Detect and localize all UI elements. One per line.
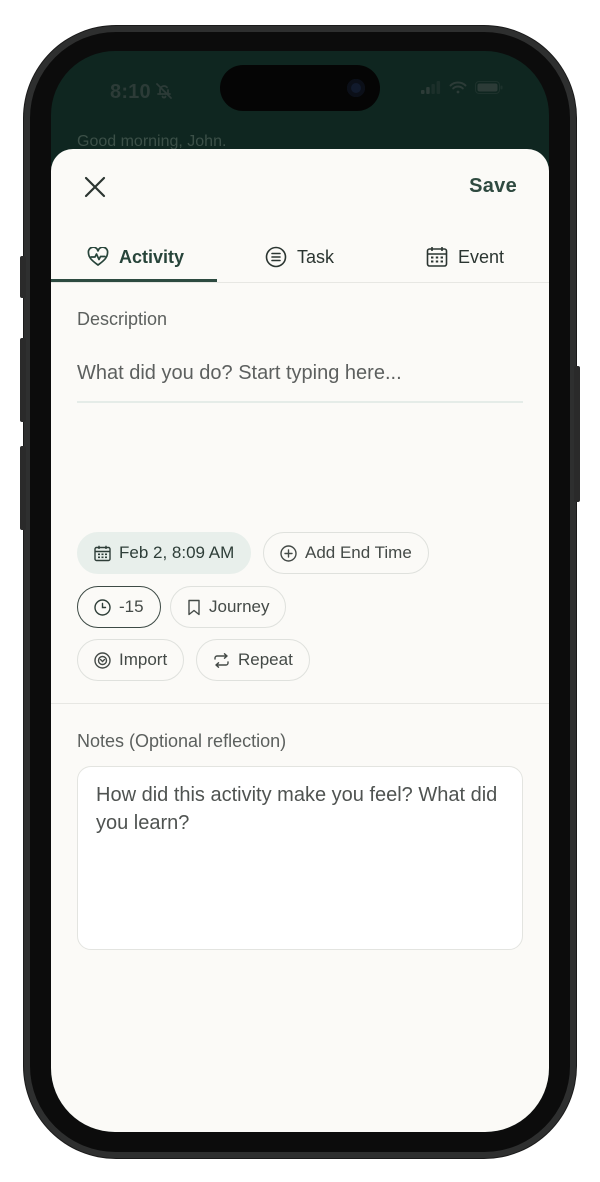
add-end-time-label: Add End Time [305,543,412,562]
close-button[interactable] [81,173,109,201]
tab-activity-label: Activity [119,246,185,267]
signal-icon [421,81,441,99]
import-icon [94,651,111,669]
battery-icon [475,81,503,99]
repeat-icon [214,652,229,668]
repeat-chip[interactable]: Repeat [196,639,310,681]
volume-up-button [20,338,26,422]
save-button[interactable]: Save [469,175,517,198]
bell-slash-icon [155,82,173,100]
description-label: Description [77,309,168,329]
tab-event-label: Event [458,246,505,267]
camera-icon [347,79,365,97]
notes-textarea[interactable] [77,766,523,950]
new-entry-sheet: Save Activity Task Event Description Wha… [51,149,549,1132]
wifi-icon [449,81,467,99]
status-bar: 8:10 Good morning, John. [51,51,549,150]
import-chip[interactable]: Import [77,639,185,681]
screen: 8:10 Good morning, John. Save Activity T… [51,51,549,1132]
heart-pulse-icon [87,247,109,266]
add-end-time-chip[interactable]: Add End Time [263,532,429,574]
tab-task-label: Task [297,246,335,267]
active-tab-indicator [51,279,217,282]
repeat-chip-label: Repeat [238,650,293,669]
section-divider [51,703,549,704]
list-icon [265,246,287,268]
offset-chip-label: -15 [119,597,144,616]
power-button [574,366,580,502]
date-chip[interactable]: Feb 2, 8:09 AM [77,532,252,574]
tab-activity[interactable]: Activity [87,231,184,283]
clock-icon [94,598,111,616]
bookmark-icon [188,599,200,615]
offset-chip[interactable]: -15 [77,586,161,628]
notes-label: Notes (Optional reflection) [77,731,287,751]
calendar-icon [94,545,111,561]
tab-task[interactable]: Task [265,231,334,283]
volume-down-button [20,446,26,530]
status-time: 8:10 [110,81,151,103]
action-button [20,256,26,298]
description-input[interactable] [77,355,523,403]
tab-event[interactable]: Event [426,231,504,283]
journey-chip[interactable]: Journey [170,586,287,628]
entry-type-tabs: Activity Task Event [51,231,549,283]
plus-circle-icon [280,544,297,562]
dynamic-island [220,65,380,111]
status-icons [421,81,503,99]
journey-chip-label: Journey [209,597,270,616]
close-icon [84,176,106,198]
calendar-icon [426,247,448,267]
import-chip-label: Import [119,650,168,669]
date-chip-label: Feb 2, 8:09 AM [119,543,235,562]
